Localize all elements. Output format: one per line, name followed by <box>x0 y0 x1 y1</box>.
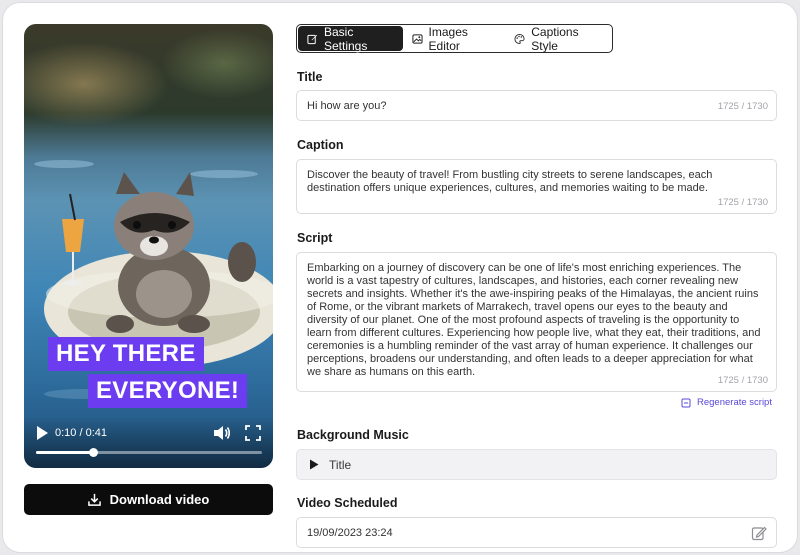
playback-time: 0:10 / 0:41 <box>55 427 107 439</box>
fullscreen-icon[interactable] <box>245 425 261 441</box>
caption-label: Caption <box>297 138 344 152</box>
background-music-player[interactable]: Title <box>296 449 777 480</box>
regenerate-icon <box>681 398 691 407</box>
regenerate-script-label: Regenerate script <box>697 397 772 408</box>
caption-char-count: 1725 / 1730 <box>717 197 768 208</box>
caption-textarea[interactable]: Discover the beauty of travel! From bust… <box>296 159 777 214</box>
image-icon <box>411 33 423 44</box>
title-input[interactable]: Hi how are you? 1725 / 1730 <box>296 90 777 121</box>
tab-captions-style[interactable]: Captions Style <box>505 24 611 53</box>
caption-overlay-line-1: HEY THERE <box>48 337 204 371</box>
download-icon <box>87 493 101 506</box>
edit-icon <box>307 34 318 44</box>
tab-basic-settings[interactable]: Basic Settings <box>298 24 403 53</box>
video-progress-bar[interactable] <box>36 448 262 457</box>
video-controls: 0:10 / 0:41 <box>24 416 273 468</box>
video-scheduled-label: Video Scheduled <box>297 496 398 510</box>
tab-images-editor-label: Images Editor <box>428 24 468 53</box>
video-player[interactable]: HEY THERE EVERYONE! 0:10 / 0:41 <box>24 24 273 468</box>
video-progress-handle[interactable] <box>88 448 98 457</box>
tab-images-editor[interactable]: Images Editor <box>403 24 506 53</box>
tab-basic-settings-label: Basic Settings <box>323 24 368 53</box>
script-value: Embarking on a journey of discovery can … <box>307 262 761 378</box>
settings-tabs: Basic Settings Images Editor Captions St… <box>296 24 613 53</box>
regenerate-script-button[interactable]: Regenerate script <box>681 397 772 408</box>
script-char-count: 1725 / 1730 <box>717 375 768 386</box>
title-char-count: 1725 / 1730 <box>717 101 768 112</box>
background-music-label: Background Music <box>297 428 409 442</box>
script-label: Script <box>297 231 333 245</box>
play-icon[interactable] <box>309 459 319 470</box>
background-music-title: Title <box>329 457 352 472</box>
video-scheduled-value: 19/09/2023 23:24 <box>307 526 393 539</box>
title-label: Title <box>297 70 323 84</box>
download-video-label: Download video <box>109 492 210 507</box>
app-card: HEY THERE EVERYONE! 0:10 / 0:41 Download… <box>2 2 798 553</box>
palette-icon <box>514 33 525 44</box>
download-video-button[interactable]: Download video <box>24 484 273 515</box>
script-textarea[interactable]: Embarking on a journey of discovery can … <box>296 252 777 392</box>
edit-icon[interactable] <box>751 525 767 541</box>
caption-value: Discover the beauty of travel! From bust… <box>307 169 713 194</box>
play-icon[interactable] <box>35 425 49 441</box>
video-progress-fill <box>36 451 93 454</box>
title-value: Hi how are you? <box>307 100 387 112</box>
video-scheduled-input[interactable]: 19/09/2023 23:24 <box>296 517 777 548</box>
volume-icon[interactable] <box>213 425 231 441</box>
tab-captions-style-label: Captions Style <box>531 24 579 53</box>
caption-overlay-line-2: EVERYONE! <box>88 374 248 408</box>
